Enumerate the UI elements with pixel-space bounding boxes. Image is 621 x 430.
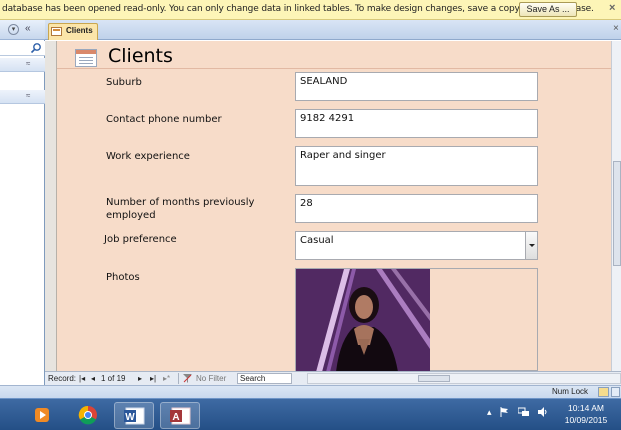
read-only-message: database has been opened read-only. You …: [2, 4, 594, 14]
horizontal-scrollbar[interactable]: [307, 373, 621, 384]
document-tab-strip: Clients ×: [45, 20, 621, 40]
flag-icon[interactable]: [500, 407, 510, 419]
nav-pane-menu-icon[interactable]: ▾: [8, 24, 19, 35]
first-record-icon[interactable]: |◂: [79, 374, 85, 383]
clock-time: 10:14 AM: [568, 403, 604, 413]
taskbar-chrome-button[interactable]: [68, 402, 108, 429]
experience-label: Work experience: [106, 151, 190, 162]
num-lock-indicator: Num Lock: [552, 387, 589, 396]
client-photo: [296, 269, 430, 371]
word-icon: W: [124, 407, 145, 425]
suburb-label: Suburb: [106, 77, 142, 88]
form-icon: [51, 27, 62, 36]
job-preference-label: Job preference: [104, 234, 177, 245]
no-filter-button[interactable]: No Filter: [196, 374, 226, 383]
vertical-scrollbar[interactable]: [611, 41, 621, 371]
nav-group-header[interactable]: ≈: [0, 90, 45, 104]
form-view-icon[interactable]: [598, 387, 609, 397]
status-bar: Num Lock: [0, 385, 621, 398]
nav-group-header[interactable]: ≈: [0, 58, 45, 72]
filter-icon: [183, 374, 192, 385]
photo-attachment[interactable]: [295, 268, 538, 371]
current-record-field[interactable]: 1 of 19: [101, 374, 125, 383]
layout-view-icon[interactable]: [611, 387, 620, 397]
search-icon[interactable]: [30, 42, 42, 54]
expand-icon: ≈: [26, 91, 31, 100]
new-record-icon[interactable]: ▸*: [163, 374, 170, 383]
scroll-thumb[interactable]: [418, 375, 450, 382]
svg-text:W: W: [125, 412, 135, 423]
record-navigation-bar: Record: |◂ ◂ 1 of 19 ▸ ▸| ▸* No Filter S…: [45, 371, 621, 385]
access-icon: A: [170, 407, 191, 425]
taskbar-word-button[interactable]: W: [114, 402, 154, 429]
months-label: Number of months previously employed: [106, 197, 255, 221]
next-record-icon[interactable]: ▸: [138, 374, 142, 383]
chevron-down-icon[interactable]: [525, 232, 537, 259]
phone-label: Contact phone number: [106, 114, 222, 125]
navigation-pane: ▾ « ≈ ≈: [0, 20, 45, 398]
expand-icon: ≈: [26, 59, 31, 68]
message-bar: database has been opened read-only. You …: [0, 0, 621, 20]
phone-field[interactable]: 9182 4291: [295, 109, 538, 138]
record-selector[interactable]: [45, 41, 57, 371]
photos-label: Photos: [106, 272, 140, 283]
message-bar-close-icon[interactable]: ×: [609, 2, 615, 14]
save-as-button[interactable]: Save As ...: [519, 2, 577, 17]
separator: [178, 373, 179, 384]
page-title: Clients: [108, 45, 173, 67]
close-tab-icon[interactable]: ×: [613, 23, 619, 34]
header-divider: [57, 68, 611, 69]
taskbar-media-button[interactable]: [22, 402, 62, 429]
tab-label: Clients: [66, 26, 93, 35]
job-preference-combo[interactable]: Casual: [295, 231, 538, 260]
shutter-bar-collapse-icon[interactable]: «: [25, 23, 31, 34]
previous-record-icon[interactable]: ◂: [91, 374, 95, 383]
taskbar-access-button[interactable]: A: [160, 402, 200, 429]
record-search-input[interactable]: Search: [237, 373, 292, 384]
clients-form: Clients Suburb SEALAND Contact phone num…: [45, 41, 611, 371]
suburb-field[interactable]: SEALAND: [295, 72, 538, 101]
experience-field[interactable]: Raper and singer: [295, 146, 538, 186]
chrome-icon: [78, 405, 97, 425]
tab-clients[interactable]: Clients: [48, 23, 98, 40]
clock-date: 10/09/2015: [564, 415, 608, 425]
show-hidden-icons-icon[interactable]: ▴: [487, 407, 492, 418]
scroll-thumb[interactable]: [613, 161, 621, 266]
job-preference-value: Casual: [300, 235, 334, 246]
last-record-icon[interactable]: ▸|: [150, 374, 156, 383]
nav-search-input[interactable]: [0, 41, 45, 56]
nav-pane-header: ▾ «: [0, 20, 45, 40]
taskbar: W A ▴ 10:14 AM 10/09/2015: [0, 398, 621, 430]
form-header-icon: [75, 49, 97, 67]
svg-text:A: A: [172, 412, 179, 423]
volume-icon[interactable]: [538, 407, 548, 419]
media-player-icon: [35, 408, 49, 422]
network-icon[interactable]: [517, 407, 530, 419]
system-clock[interactable]: 10:14 AM 10/09/2015: [555, 402, 617, 426]
months-field[interactable]: 28: [295, 194, 538, 223]
record-label: Record:: [48, 374, 77, 383]
